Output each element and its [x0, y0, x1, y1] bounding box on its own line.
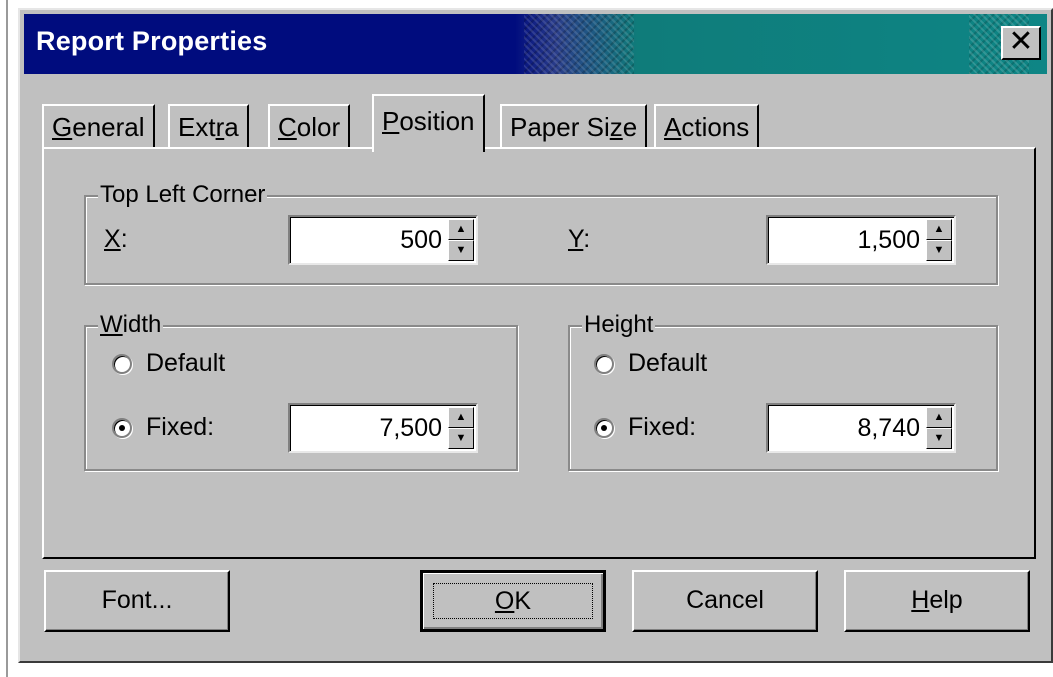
spin-up-icon: ▲	[933, 223, 945, 235]
tab-paper-size[interactable]: Paper Size	[500, 104, 648, 150]
x-spin-buttons: ▲ ▼	[448, 219, 474, 261]
spin-down-icon: ▼	[455, 432, 467, 444]
height-default-label: Default	[628, 349, 708, 377]
report-properties-dialog: Report Properties ✕ General Extra Color …	[18, 8, 1053, 663]
height-spin-buttons: ▲ ▼	[926, 407, 952, 449]
y-spinner[interactable]: 1,500 ▲ ▼	[766, 215, 956, 265]
width-default-radio[interactable]	[112, 353, 132, 374]
width-fixed-option[interactable]: Fixed:	[112, 413, 214, 442]
height-fixed-label: Fixed:	[628, 413, 697, 441]
width-spinner[interactable]: 7,500 ▲ ▼	[288, 403, 478, 453]
help-button-label: elp	[929, 586, 963, 614]
focus-rectangle	[433, 583, 593, 619]
width-down-button[interactable]: ▼	[448, 428, 474, 449]
width-value[interactable]: 7,500	[379, 413, 442, 443]
window-edge	[6, 0, 8, 677]
help-accelerator: H	[911, 586, 930, 614]
width-default-option[interactable]: Default	[112, 349, 225, 378]
spin-down-icon: ▼	[933, 244, 945, 256]
height-spinner[interactable]: 8,740 ▲ ▼	[766, 403, 956, 453]
y-accelerator: Y	[568, 225, 584, 253]
height-up-button[interactable]: ▲	[926, 407, 952, 428]
width-group: Width Default Fixed: 7,500 ▲ ▼	[84, 311, 518, 471]
height-label-rest: ht	[633, 311, 654, 338]
tab-accelerator: G	[52, 112, 73, 142]
height-default-radio[interactable]	[594, 353, 614, 374]
tab-label: osition	[399, 106, 475, 136]
tab-label: a	[224, 112, 239, 142]
height-down-button[interactable]: ▼	[926, 428, 952, 449]
cancel-button-label: Cancel	[686, 586, 764, 614]
font-button[interactable]: Font...	[44, 570, 230, 632]
x-spinner[interactable]: 500 ▲ ▼	[288, 215, 478, 265]
width-fixed-radio[interactable]	[112, 417, 132, 438]
height-label: Height	[582, 311, 656, 339]
width-fixed-label: Fixed:	[146, 413, 215, 441]
spin-down-icon: ▼	[933, 432, 945, 444]
tab-accelerator: C	[278, 112, 297, 142]
width-label: Width	[98, 311, 164, 339]
y-down-button[interactable]: ▼	[926, 240, 952, 261]
height-default-option[interactable]: Default	[594, 349, 707, 378]
tab-extra[interactable]: Extra	[168, 104, 249, 150]
tab-accelerator: P	[382, 106, 400, 136]
tab-label: Paper Si	[510, 112, 610, 142]
ok-button[interactable]: OK	[420, 570, 606, 632]
tab-position[interactable]: Position	[372, 94, 485, 156]
width-default-label: Default	[146, 349, 226, 377]
tab-actions[interactable]: Actions	[654, 104, 760, 150]
x-label: X:	[104, 224, 128, 254]
tab-label: eneral	[72, 112, 145, 142]
tab-accelerator: A	[664, 112, 682, 142]
position-tab-panel: Top Left Corner X: 500 ▲ ▼ Y: 1,500 ▲ ▼ …	[42, 147, 1036, 559]
height-fixed-radio[interactable]	[594, 417, 614, 438]
y-spin-buttons: ▲ ▼	[926, 219, 952, 261]
spin-down-icon: ▼	[455, 244, 467, 256]
spin-up-icon: ▲	[933, 411, 945, 423]
height-accelerator: g	[620, 311, 634, 338]
tab-accelerator: r	[215, 112, 225, 142]
tab-label: ctions	[681, 112, 750, 142]
tab-accelerator: z	[609, 112, 623, 142]
close-button[interactable]: ✕	[1001, 26, 1041, 60]
tab-color[interactable]: Color	[268, 104, 351, 150]
x-label-suffix: :	[120, 225, 128, 253]
top-left-corner-group: Top Left Corner X: 500 ▲ ▼ Y: 1,500 ▲ ▼	[84, 181, 998, 285]
tab-label: e	[622, 112, 638, 142]
height-label-pre: Hei	[584, 311, 621, 338]
cancel-button[interactable]: Cancel	[632, 570, 818, 632]
spin-up-icon: ▲	[455, 223, 467, 235]
height-group: Height Default Fixed: 8,740 ▲ ▼	[568, 311, 998, 471]
x-accelerator: X	[104, 225, 121, 253]
width-label-rest: idth	[122, 311, 162, 338]
tab-label: olor	[296, 112, 341, 142]
y-label: Y:	[568, 224, 590, 254]
y-up-button[interactable]: ▲	[926, 219, 952, 240]
width-accelerator: W	[100, 311, 123, 338]
close-icon: ✕	[1008, 25, 1034, 58]
y-label-suffix: :	[583, 225, 591, 253]
y-value[interactable]: 1,500	[857, 225, 920, 255]
tab-label: Ext	[178, 112, 216, 142]
height-fixed-option[interactable]: Fixed:	[594, 413, 696, 442]
width-up-button[interactable]: ▲	[448, 407, 474, 428]
help-button[interactable]: Help	[844, 570, 1030, 632]
x-value[interactable]: 500	[400, 225, 442, 255]
spin-up-icon: ▲	[455, 411, 467, 423]
tab-general[interactable]: General	[42, 104, 155, 150]
x-up-button[interactable]: ▲	[448, 219, 474, 240]
width-spin-buttons: ▲ ▼	[448, 407, 474, 449]
height-value[interactable]: 8,740	[857, 413, 920, 443]
x-down-button[interactable]: ▼	[448, 240, 474, 261]
font-button-label: Font...	[101, 586, 173, 614]
title-bar-pattern	[524, 14, 634, 74]
top-left-corner-label: Top Left Corner	[98, 181, 268, 209]
dialog-title: Report Properties	[36, 26, 268, 56]
title-bar[interactable]: Report Properties ✕	[24, 14, 1047, 74]
